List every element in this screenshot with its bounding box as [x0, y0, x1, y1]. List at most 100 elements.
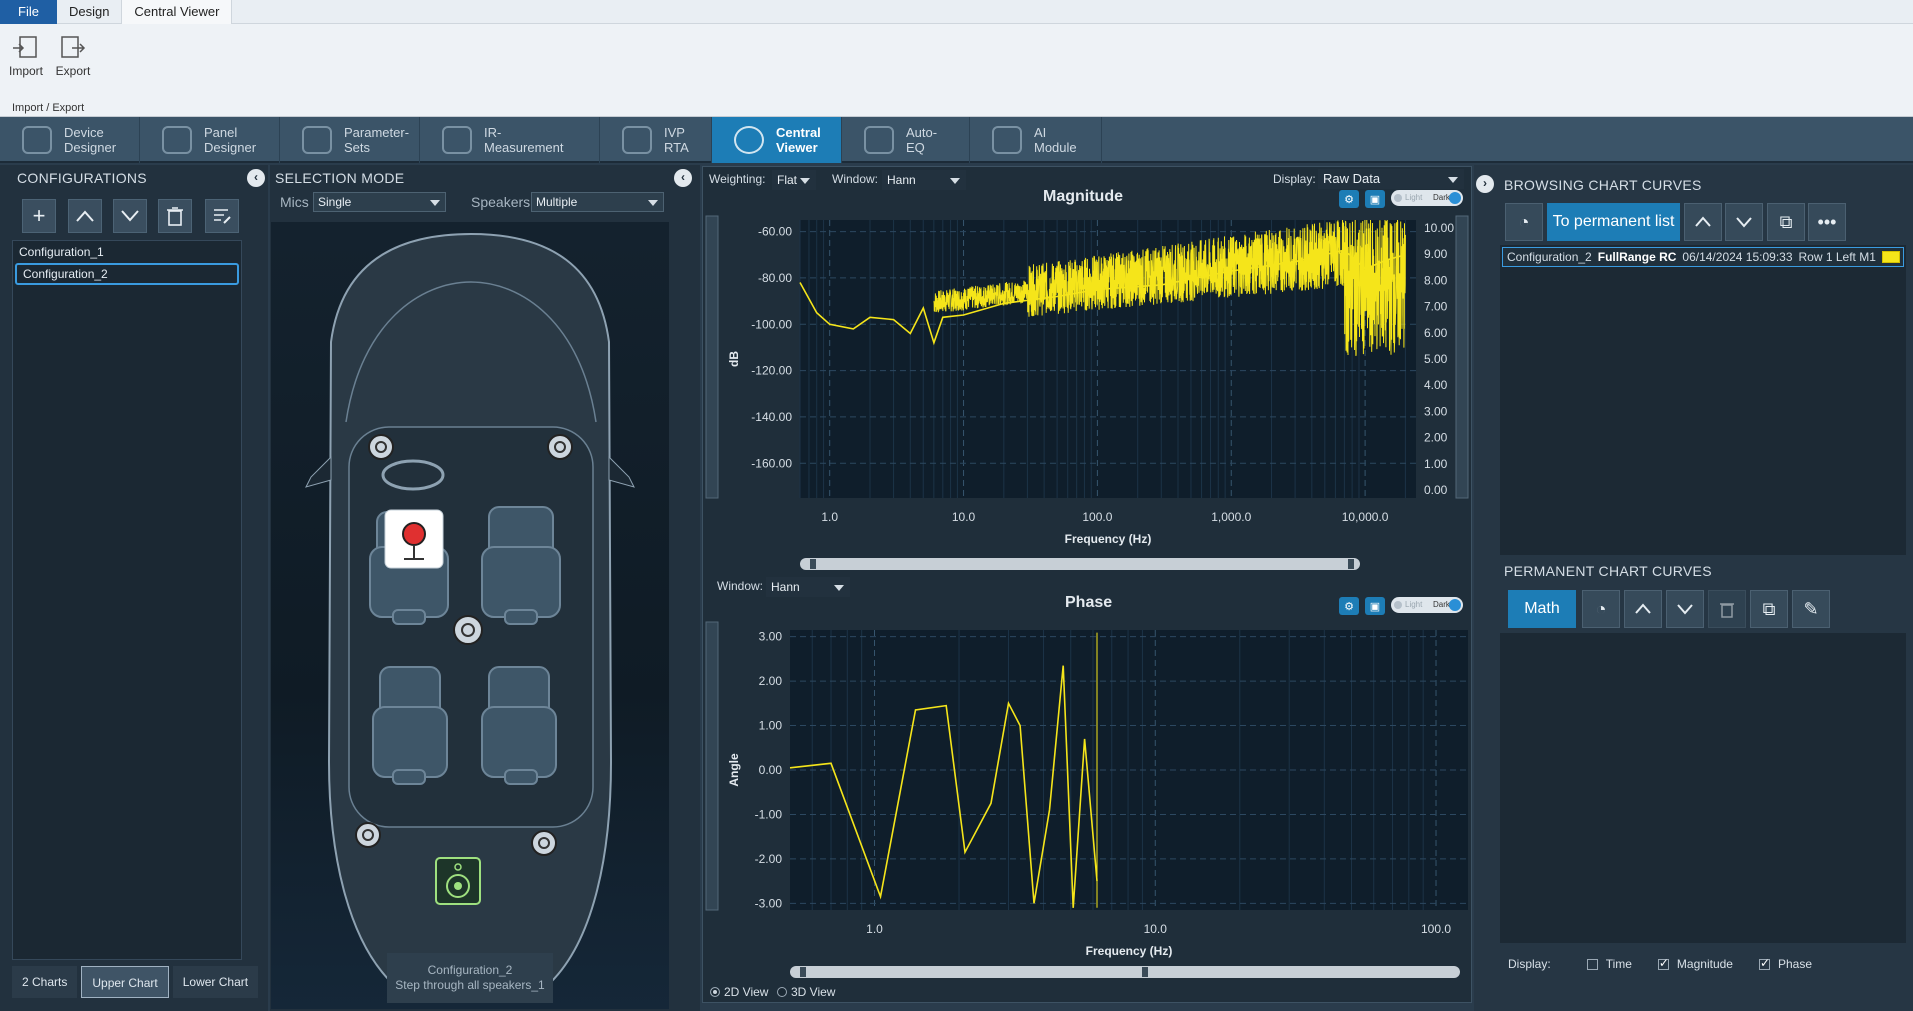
camera-icon[interactable]: ▣ [1365, 597, 1385, 615]
tab-lower-chart[interactable]: Lower Chart [172, 966, 259, 998]
y2-tick-label: 7.00 [1424, 300, 1448, 314]
expand-right-icon[interactable]: › [1476, 175, 1494, 193]
module-label: Viewer [776, 140, 818, 155]
tab-upper-chart[interactable]: Upper Chart [81, 966, 169, 998]
chart-layout-tabs: 2 Charts Upper Chart Lower Chart [12, 966, 259, 1000]
perm-palette-button[interactable]: ◔ [1582, 590, 1620, 628]
curve-name: FullRange RC [1597, 250, 1677, 264]
math-button[interactable]: Math [1508, 590, 1576, 628]
menu-design[interactable]: Design [57, 0, 121, 24]
edit-config-button[interactable] [205, 199, 239, 233]
view-3d-label: 3D View [791, 985, 836, 999]
module-label: Sets [344, 140, 371, 155]
settings-icon[interactable]: ⚙ [1339, 190, 1359, 208]
export-curve-button[interactable]: ⧉ [1767, 203, 1805, 241]
perm-down-button[interactable] [1666, 590, 1704, 628]
phase-checkbox[interactable] [1758, 956, 1770, 970]
module-label: AI [1034, 125, 1047, 140]
curve-up-button[interactable] [1684, 203, 1722, 241]
display-dropdown[interactable]: Raw Data [1318, 169, 1464, 189]
radio-on [710, 987, 720, 997]
perm-edit-button[interactable]: ✎ [1792, 590, 1830, 628]
mics-value: Single [318, 195, 352, 209]
weighting-dropdown[interactable]: Flat [772, 170, 816, 190]
configuration-list: Configuration_1 Configuration_2 [12, 240, 242, 960]
device-designer-icon [22, 126, 52, 154]
collapse-left-icon[interactable]: ‹ [247, 169, 265, 187]
list-item[interactable]: Configuration_1 [13, 241, 241, 263]
module-panel-designer[interactable]: Panel Designer [140, 117, 280, 163]
module-device-designer[interactable]: Device Designer [0, 117, 140, 163]
export-button[interactable]: Export [50, 32, 96, 92]
selection-title: SELECTION MODE [275, 170, 405, 186]
theme-toggle[interactable]: Light Dark [1391, 190, 1463, 206]
perm-export-button[interactable]: ⧉ [1750, 590, 1788, 628]
move-up-button[interactable] [68, 199, 102, 233]
y-tick-label: 0.00 [759, 763, 783, 777]
parameter-sets-icon [302, 126, 332, 154]
y-tick-label: -80.00 [758, 271, 792, 285]
auto-eq-icon [864, 126, 894, 154]
perm-up-button[interactable] [1624, 590, 1662, 628]
import-button[interactable]: Import [3, 32, 49, 92]
edit-icon: ✎ [1803, 598, 1819, 619]
view-3d-option[interactable]: 3D View [777, 985, 835, 999]
camera-icon[interactable]: ▣ [1365, 190, 1385, 208]
toggle-light-label: Light [1405, 193, 1423, 202]
curve-row[interactable]: Configuration_2 FullRange RC 06/14/2024 … [1502, 247, 1904, 267]
toggle-light-label: Light [1405, 600, 1423, 609]
to-permanent-button[interactable]: To permanent list [1547, 203, 1680, 241]
toggle-dark-label: Dark [1433, 193, 1450, 202]
module-ivp-rta[interactable]: IVP RTA [600, 117, 712, 163]
delete-config-button[interactable] [158, 199, 192, 233]
phase-chart[interactable]: 3.00 2.00 1.00 0.00 -1.00 -2.00 -3.00 1.0 10.0 10… [704, 618, 1470, 983]
menu-central-viewer[interactable]: Central Viewer [121, 0, 233, 24]
toggle-knob [1449, 192, 1461, 204]
chevron-down-icon [950, 178, 960, 184]
x-tick-label: 1.0 [866, 922, 883, 936]
magnitude-checkbox[interactable] [1657, 956, 1669, 970]
module-ai-module[interactable]: AI Module [970, 117, 1102, 163]
view-2d-option[interactable]: 2D View [710, 985, 768, 999]
time-label: Time [1605, 957, 1632, 971]
window2-label: Window: [717, 579, 764, 593]
module-central-viewer[interactable]: Central Viewer [712, 117, 842, 163]
mics-dropdown[interactable]: Single [313, 192, 446, 212]
configurations-title: CONFIGURATIONS [17, 170, 147, 186]
curve-config: Configuration_2 [1507, 250, 1592, 264]
module-ir-measurement[interactable]: IR- Measurement [420, 117, 600, 163]
y2-tick-label: 0.00 [1424, 483, 1448, 497]
tab-2-charts[interactable]: 2 Charts [12, 966, 78, 998]
module-parameter-sets[interactable]: Parameter- Sets [280, 117, 420, 163]
move-down-button[interactable] [113, 199, 147, 233]
theme-toggle[interactable]: Light Dark [1391, 597, 1463, 613]
y-tick-label: 3.00 [759, 630, 783, 644]
display-options-label: Display: [1508, 957, 1551, 971]
y-tick-label: -100.00 [751, 317, 792, 331]
more-button[interactable]: ••• [1808, 203, 1846, 241]
x-tick-label: 10.0 [1144, 922, 1168, 936]
settings-icon[interactable]: ⚙ [1339, 597, 1359, 615]
y-tick-label: -140.00 [751, 410, 792, 424]
curve-color-swatch[interactable] [1881, 251, 1900, 263]
window2-dropdown[interactable]: Hann [766, 577, 850, 597]
collapse-selection-icon[interactable]: ‹ [674, 169, 692, 187]
module-auto-eq[interactable]: Auto- EQ [842, 117, 970, 163]
car-view[interactable] [271, 222, 669, 1009]
menu-file[interactable]: File [0, 0, 57, 24]
palette-icon: ◔ [1595, 598, 1607, 619]
add-config-button[interactable]: + [22, 199, 56, 233]
x-axis-label: Frequency (Hz) [1086, 944, 1173, 958]
palette-button[interactable]: ◔ [1505, 203, 1543, 241]
perm-delete-button[interactable] [1708, 590, 1746, 628]
module-label: EQ [906, 140, 925, 155]
curve-down-button[interactable] [1725, 203, 1763, 241]
time-checkbox[interactable] [1586, 958, 1598, 970]
module-label: IR- [484, 125, 502, 140]
x-tick-label: 1.0 [821, 510, 838, 524]
window-dropdown[interactable]: Hann [882, 170, 966, 190]
y2-tick-label: 8.00 [1424, 273, 1448, 287]
speakers-dropdown[interactable]: Multiple [531, 192, 664, 212]
magnitude-chart[interactable]: -60.00 -80.00 -100.00 -120.00 -140.00 -160.00… [704, 212, 1470, 576]
list-item-selected[interactable]: Configuration_2 [15, 263, 239, 285]
